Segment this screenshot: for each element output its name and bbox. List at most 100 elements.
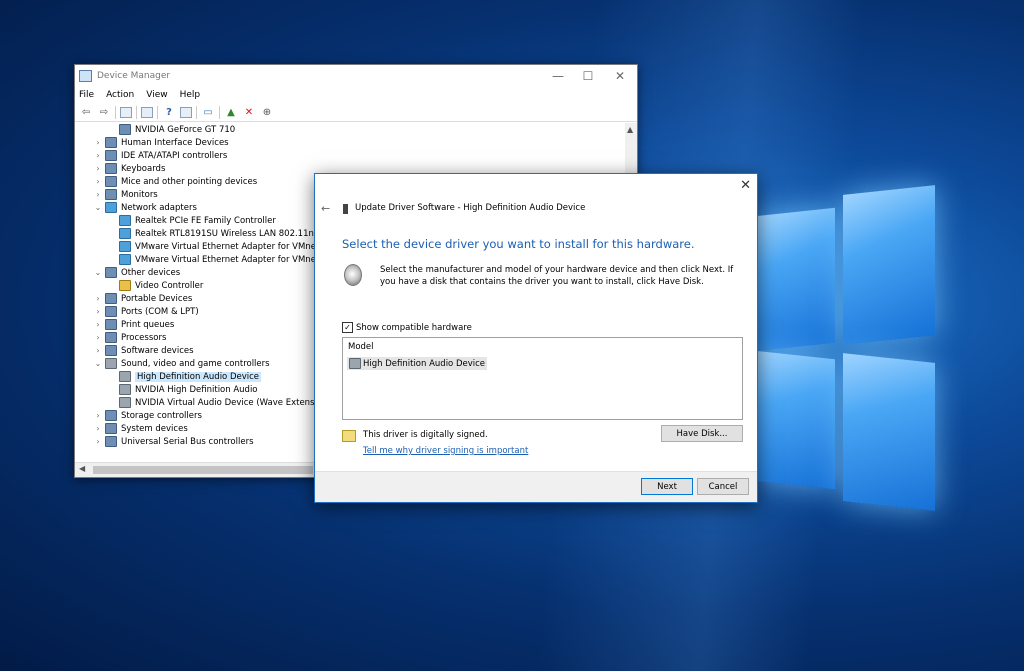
dialog-close-button[interactable]: ✕ bbox=[740, 178, 751, 193]
signed-status-text: This driver is digitally signed. bbox=[363, 430, 488, 440]
tree-row-label: Universal Serial Bus controllers bbox=[121, 436, 254, 447]
chevron-right-icon[interactable]: › bbox=[93, 164, 103, 173]
menu-view[interactable]: View bbox=[146, 90, 167, 100]
maximize-button[interactable]: ☐ bbox=[573, 69, 603, 83]
dialog-heading: Select the device driver you want to ins… bbox=[342, 237, 695, 251]
tree-row[interactable]: Realtek PCIe FE Family Controller bbox=[107, 214, 276, 227]
chevron-right-icon[interactable]: › bbox=[93, 138, 103, 147]
tree-row[interactable]: › Print queues bbox=[93, 318, 174, 331]
tree-row[interactable]: › Processors bbox=[93, 331, 166, 344]
update-driver-dialog: ✕ ← Update Driver Software - High Defini… bbox=[314, 173, 758, 503]
menu-help[interactable]: Help bbox=[180, 90, 201, 100]
help-icon[interactable]: ? bbox=[162, 106, 176, 119]
logo-pane-bl bbox=[755, 350, 835, 490]
show-hide-console-tree-icon[interactable] bbox=[120, 106, 132, 118]
chevron-down-icon[interactable]: ⌄ bbox=[93, 203, 103, 212]
next-button[interactable]: Next bbox=[641, 478, 693, 495]
back-arrow-button[interactable]: ← bbox=[321, 202, 330, 215]
tree-row[interactable]: › Universal Serial Bus controllers bbox=[93, 435, 254, 448]
tree-row[interactable]: Realtek RTL8191SU Wireless LAN 802.11n U… bbox=[107, 227, 345, 240]
close-button[interactable]: ✕ bbox=[605, 69, 635, 83]
tree-row[interactable]: › IDE ATA/ATAPI controllers bbox=[93, 149, 227, 162]
chevron-right-icon[interactable]: › bbox=[93, 177, 103, 186]
toolbar-separator bbox=[196, 105, 197, 119]
dialog-footer: Next Cancel bbox=[315, 471, 757, 502]
chevron-right-icon[interactable]: › bbox=[93, 411, 103, 420]
checkbox-check-icon[interactable]: ✓ bbox=[342, 322, 353, 333]
software-device-icon bbox=[105, 345, 117, 356]
tree-row-label: NVIDIA Virtual Audio Device (Wave Extens… bbox=[135, 397, 340, 408]
tree-row[interactable]: NVIDIA Virtual Audio Device (Wave Extens… bbox=[107, 396, 339, 409]
tree-row-label: VMware Virtual Ethernet Adapter for VMne… bbox=[135, 254, 325, 265]
storage-icon bbox=[105, 410, 117, 421]
ide-controller-icon bbox=[105, 150, 117, 161]
show-compatible-hardware-checkbox[interactable]: ✓ Show compatible hardware bbox=[342, 322, 472, 333]
chevron-down-icon[interactable]: ⌄ bbox=[93, 359, 103, 368]
chevron-right-icon[interactable]: › bbox=[93, 333, 103, 342]
toolbar: ⇦ ⇨ ? ▭ ▲ ✕ ⊕ bbox=[75, 103, 637, 122]
tree-row[interactable]: NVIDIA High Definition Audio bbox=[107, 383, 258, 396]
chevron-right-icon[interactable]: › bbox=[93, 320, 103, 329]
tree-row-label: NVIDIA High Definition Audio bbox=[135, 384, 258, 395]
scroll-up-icon[interactable]: ▲ bbox=[627, 125, 633, 134]
chevron-right-icon[interactable]: › bbox=[93, 424, 103, 433]
printer-icon bbox=[105, 319, 117, 330]
disable-device-icon[interactable]: ⊕ bbox=[260, 106, 274, 119]
scan-hardware-changes-icon[interactable]: ▭ bbox=[201, 106, 215, 119]
tree-row[interactable]: › Storage controllers bbox=[93, 409, 202, 422]
network-adapter-icon bbox=[119, 228, 131, 239]
driver-signing-link[interactable]: Tell me why driver signing is important bbox=[363, 446, 528, 456]
chevron-right-icon[interactable]: › bbox=[93, 437, 103, 446]
tree-row-label: Print queues bbox=[121, 319, 175, 330]
toolbar-separator bbox=[115, 105, 116, 119]
model-list[interactable]: Model High Definition Audio Device bbox=[342, 337, 743, 420]
back-arrow-icon[interactable]: ⇦ bbox=[79, 106, 93, 119]
device-manager-titlebar[interactable]: Device Manager — ☐ ✕ bbox=[75, 65, 637, 87]
uninstall-device-icon[interactable]: ✕ bbox=[242, 106, 256, 119]
tree-row[interactable]: Video Controller bbox=[107, 279, 203, 292]
keyboard-icon bbox=[105, 163, 117, 174]
properties-icon[interactable] bbox=[141, 106, 153, 118]
tree-row[interactable]: High Definition Audio Device bbox=[107, 370, 262, 383]
tree-row[interactable]: ⌄ Sound, video and game controllers bbox=[93, 357, 270, 370]
chevron-down-icon[interactable]: ⌄ bbox=[93, 268, 103, 277]
display-adapter-icon bbox=[119, 124, 131, 135]
tree-row[interactable]: › Human Interface Devices bbox=[93, 136, 229, 149]
chevron-right-icon[interactable]: › bbox=[93, 190, 103, 199]
system-device-icon bbox=[105, 423, 117, 434]
minimize-button[interactable]: — bbox=[543, 69, 573, 83]
have-disk-button[interactable]: Have Disk... bbox=[661, 425, 743, 442]
menu-file[interactable]: File bbox=[79, 90, 94, 100]
view-icon[interactable] bbox=[180, 106, 192, 118]
tree-row[interactable]: NVIDIA GeForce GT 710 bbox=[107, 123, 235, 136]
tree-row[interactable]: › Software devices bbox=[93, 344, 194, 357]
chevron-right-icon[interactable]: › bbox=[93, 294, 103, 303]
scroll-left-icon[interactable]: ◀ bbox=[79, 464, 85, 473]
tree-row-label: IDE ATA/ATAPI controllers bbox=[121, 150, 228, 161]
tree-row[interactable]: › Keyboards bbox=[93, 162, 165, 175]
tree-row[interactable]: VMware Virtual Ethernet Adapter for VMne… bbox=[107, 240, 325, 253]
model-list-item[interactable]: High Definition Audio Device bbox=[347, 357, 488, 370]
chevron-right-icon[interactable]: › bbox=[93, 151, 103, 160]
tree-row[interactable]: › Portable Devices bbox=[93, 292, 192, 305]
forward-arrow-icon[interactable]: ⇨ bbox=[97, 106, 111, 119]
menu-action[interactable]: Action bbox=[106, 90, 134, 100]
update-driver-icon[interactable]: ▲ bbox=[224, 106, 238, 119]
tree-row[interactable]: › Mice and other pointing devices bbox=[93, 175, 257, 188]
mouse-icon bbox=[105, 176, 117, 187]
cancel-button[interactable]: Cancel bbox=[697, 478, 749, 495]
chevron-right-icon[interactable]: › bbox=[93, 346, 103, 355]
tree-row[interactable]: VMware Virtual Ethernet Adapter for VMne… bbox=[107, 253, 325, 266]
tree-row-label: NVIDIA GeForce GT 710 bbox=[135, 124, 236, 135]
certificate-icon bbox=[342, 430, 356, 442]
tree-row[interactable]: ⌄ Network adapters bbox=[93, 201, 197, 214]
tree-row-label: Mice and other pointing devices bbox=[121, 176, 258, 187]
tree-row[interactable]: › Ports (COM & LPT) bbox=[93, 305, 199, 318]
tree-row-label: Storage controllers bbox=[121, 410, 202, 421]
scrollbar-thumb[interactable] bbox=[93, 466, 313, 474]
sound-icon bbox=[119, 384, 131, 395]
tree-row[interactable]: › Monitors bbox=[93, 188, 158, 201]
tree-row[interactable]: › System devices bbox=[93, 422, 188, 435]
tree-row[interactable]: ⌄ Other devices bbox=[93, 266, 180, 279]
chevron-right-icon[interactable]: › bbox=[93, 307, 103, 316]
